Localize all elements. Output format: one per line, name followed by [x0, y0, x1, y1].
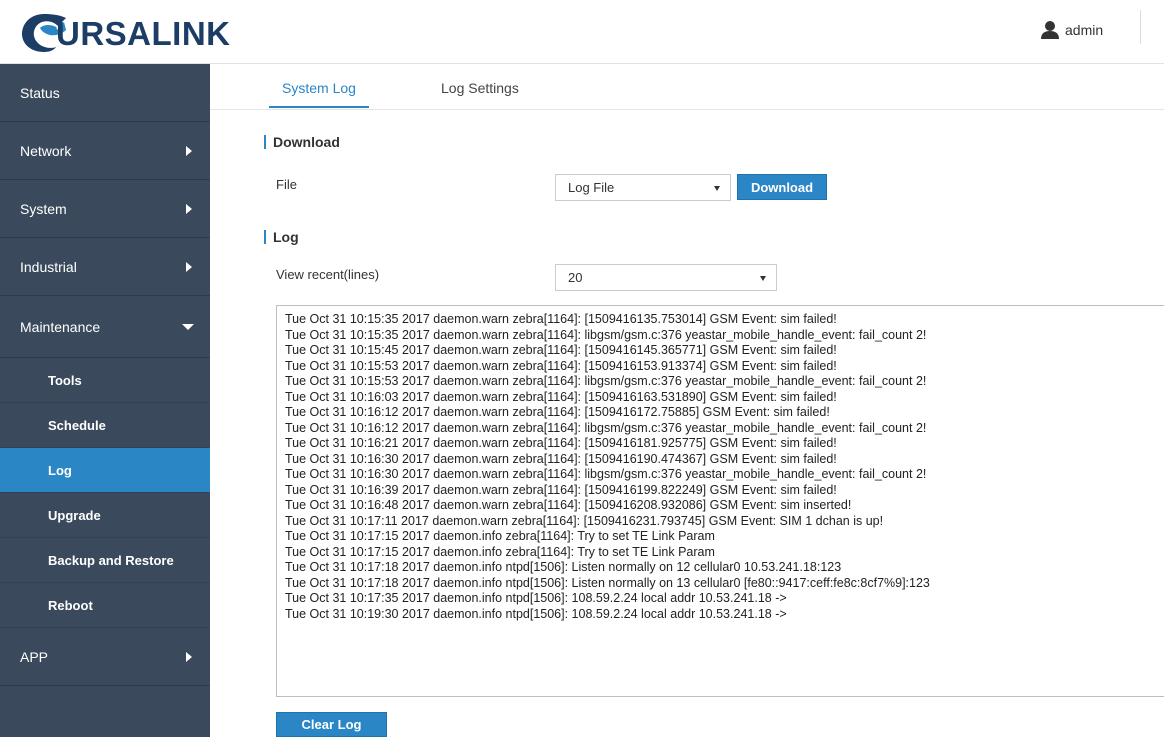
caret-down-icon — [182, 323, 194, 330]
sidebar-subitem-label: Upgrade — [48, 507, 101, 523]
download-button[interactable]: Download — [737, 174, 827, 200]
sidebar-item-network[interactable]: Network — [0, 122, 210, 180]
view-recent-value: 20 — [568, 270, 583, 285]
caret-down-icon — [760, 276, 766, 281]
top-header: URSALINK admin — [0, 0, 1164, 64]
view-recent-label: View recent(lines) — [276, 267, 380, 282]
tab-system-log[interactable]: System Log — [282, 80, 356, 96]
sidebar-item-label: Network — [20, 142, 72, 159]
sidebar-item-label: Status — [20, 84, 60, 101]
sidebar-item-status[interactable]: Status — [0, 64, 210, 122]
log-line: Tue Oct 31 10:15:35 2017 daemon.warn zeb… — [285, 312, 837, 326]
sidebar-item-label: Industrial — [20, 258, 77, 275]
sidebar-item-app[interactable]: APP — [0, 628, 210, 686]
section-title-log: Log — [264, 230, 299, 244]
log-output[interactable]: Tue Oct 31 10:15:35 2017 daemon.warn zeb… — [276, 305, 1164, 697]
file-select-value: Log File — [568, 180, 615, 195]
sidebar-subitem-label: Reboot — [48, 597, 93, 613]
sidebar-subitem-reboot[interactable]: Reboot — [0, 583, 210, 628]
log-line: Tue Oct 31 10:15:53 2017 daemon.warn zeb… — [285, 374, 927, 388]
user-menu[interactable]: admin — [1040, 20, 1103, 40]
sidebar: Status Network System Industrial Mainten… — [0, 64, 210, 737]
caret-down-icon — [714, 186, 720, 191]
caret-right-icon — [186, 203, 192, 214]
file-label: File — [276, 177, 297, 192]
file-select[interactable]: Log File — [555, 174, 731, 201]
sidebar-subitem-label: Tools — [48, 372, 82, 388]
header-divider — [1140, 10, 1141, 44]
log-line: Tue Oct 31 10:15:45 2017 daemon.warn zeb… — [285, 343, 837, 357]
view-recent-select[interactable]: 20 — [555, 264, 777, 291]
tab-bar: System Log Log Settings — [210, 64, 1164, 110]
log-line: Tue Oct 31 10:17:15 2017 daemon.info zeb… — [285, 529, 715, 543]
sidebar-item-system[interactable]: System — [0, 180, 210, 238]
sidebar-item-label: APP — [20, 648, 49, 665]
section-title-download: Download — [264, 135, 340, 149]
sidebar-subitem-upgrade[interactable]: Upgrade — [0, 493, 210, 538]
caret-right-icon — [186, 651, 192, 662]
log-line: Tue Oct 31 10:17:18 2017 daemon.info ntp… — [285, 575, 930, 590]
log-line: Tue Oct 31 10:16:39 2017 daemon.warn zeb… — [285, 482, 837, 497]
log-line: Tue Oct 31 10:19:30 2017 daemon.info ntp… — [285, 606, 787, 621]
sidebar-subitem-tools[interactable]: Tools — [0, 358, 210, 403]
sidebar-item-maintenance[interactable]: Maintenance — [0, 296, 210, 358]
sidebar-item-industrial[interactable]: Industrial — [0, 238, 210, 296]
brand-logo[interactable]: URSALINK — [18, 8, 231, 56]
clear-log-button[interactable]: Clear Log — [276, 712, 387, 737]
log-line: Tue Oct 31 10:16:30 2017 daemon.warn zeb… — [285, 467, 927, 481]
sidebar-subitem-backup-restore[interactable]: Backup and Restore — [0, 538, 210, 583]
caret-right-icon — [186, 261, 192, 272]
log-line: Tue Oct 31 10:17:11 2017 daemon.warn zeb… — [285, 513, 884, 528]
log-line: Tue Oct 31 10:16:30 2017 daemon.warn zeb… — [285, 451, 837, 466]
log-line: Tue Oct 31 10:15:35 2017 daemon.warn zeb… — [285, 327, 927, 342]
tab-log-settings[interactable]: Log Settings — [441, 80, 519, 96]
log-line: Tue Oct 31 10:16:48 2017 daemon.warn zeb… — [285, 498, 852, 512]
active-tab-indicator — [269, 106, 369, 108]
sidebar-subitem-schedule[interactable]: Schedule — [0, 403, 210, 448]
sidebar-subitem-label: Log — [48, 462, 72, 478]
log-line: Tue Oct 31 10:16:21 2017 daemon.warn zeb… — [285, 436, 837, 450]
log-line: Tue Oct 31 10:15:53 2017 daemon.warn zeb… — [285, 358, 837, 373]
log-line: Tue Oct 31 10:17:18 2017 daemon.info ntp… — [285, 560, 842, 574]
sidebar-subitem-log[interactable]: Log — [0, 448, 210, 493]
user-icon — [1041, 21, 1059, 39]
caret-right-icon — [186, 145, 192, 156]
sidebar-subitem-label: Schedule — [48, 417, 106, 433]
sidebar-item-label: Maintenance — [20, 318, 101, 335]
sidebar-subitem-label: Backup and Restore — [48, 552, 174, 568]
log-line: Tue Oct 31 10:16:12 2017 daemon.warn zeb… — [285, 420, 927, 435]
user-name: admin — [1065, 22, 1104, 38]
log-line: Tue Oct 31 10:16:03 2017 daemon.warn zeb… — [285, 389, 837, 404]
log-line: Tue Oct 31 10:16:12 2017 daemon.warn zeb… — [285, 405, 830, 419]
sidebar-item-label: System — [20, 200, 67, 217]
log-line: Tue Oct 31 10:17:15 2017 daemon.info zeb… — [285, 544, 715, 559]
brand-name: URSALINK — [56, 15, 231, 52]
log-line: Tue Oct 31 10:17:35 2017 daemon.info ntp… — [285, 591, 787, 605]
